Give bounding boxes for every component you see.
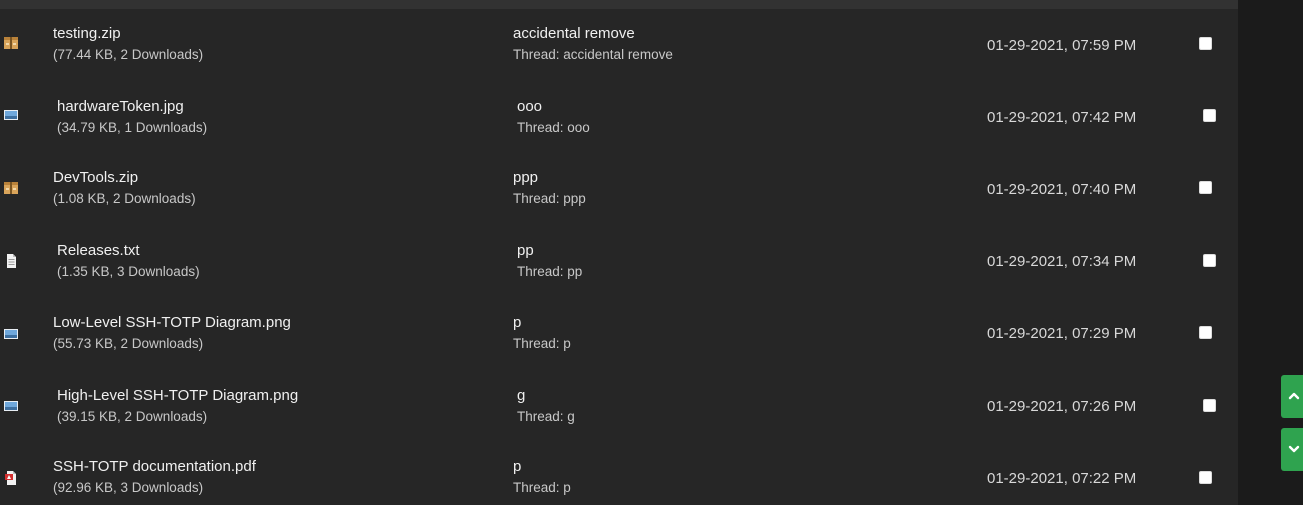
attachment-file-link[interactable]: hardwareToken.jpg [57, 98, 184, 115]
image-file-icon [4, 109, 18, 121]
text-file-icon [4, 254, 18, 268]
zip-archive-icon [4, 182, 18, 194]
attachment-file-info: (34.79 KB, 1 Downloads) [57, 120, 208, 135]
attachment-row: DevTools.zip (1.08 KB, 2 Downloads) ppp … [0, 153, 1238, 225]
attachment-file-link[interactable]: testing.zip [53, 25, 121, 42]
attachment-file-info: (92.96 KB, 3 Downloads) [53, 480, 204, 495]
attachment-date: 01-29-2021, 07:34 PM [987, 253, 1137, 270]
thread-link[interactable]: Thread: ppp [513, 191, 586, 206]
post-subject-link[interactable]: accidental remove [513, 25, 635, 42]
select-attachment-checkbox[interactable] [1199, 37, 1212, 50]
attachment-date: 01-29-2021, 07:29 PM [987, 325, 1137, 342]
attachment-file-link[interactable]: Releases.txt [57, 242, 140, 259]
thread-link[interactable]: Thread: ooo [517, 120, 590, 135]
panel-header-strip [0, 0, 1238, 9]
attachment-date: 01-29-2021, 07:40 PM [987, 181, 1137, 198]
attachment-file-info: (1.08 KB, 2 Downloads) [53, 191, 196, 206]
attachment-date: 01-29-2021, 07:26 PM [987, 398, 1137, 415]
thread-link[interactable]: Thread: accidental remove [513, 47, 673, 62]
select-attachment-checkbox[interactable] [1199, 181, 1212, 194]
attachment-row: testing.zip (77.44 KB, 2 Downloads) acci… [0, 9, 1238, 81]
thread-link[interactable]: Thread: pp [517, 264, 582, 279]
select-attachment-checkbox[interactable] [1203, 399, 1216, 412]
thread-link[interactable]: Thread: g [517, 409, 575, 424]
attachment-file-info: (55.73 KB, 2 Downloads) [53, 336, 204, 351]
zip-archive-icon [4, 37, 18, 49]
post-subject-link[interactable]: g [517, 387, 525, 404]
attachment-file-info: (39.15 KB, 2 Downloads) [57, 409, 208, 424]
attachment-date: 01-29-2021, 07:42 PM [987, 109, 1137, 126]
post-subject-link[interactable]: ppp [513, 169, 538, 186]
select-attachment-checkbox[interactable] [1199, 471, 1212, 484]
thread-link[interactable]: Thread: p [513, 336, 571, 351]
attachment-file-link[interactable]: High-Level SSH-TOTP Diagram.png [57, 387, 298, 404]
attachment-date: 01-29-2021, 07:22 PM [987, 470, 1137, 487]
select-attachment-checkbox[interactable] [1203, 254, 1216, 267]
attachment-row: SSH-TOTP documentation.pdf (92.96 KB, 3 … [0, 442, 1238, 505]
scroll-to-top-button[interactable] [1281, 375, 1303, 418]
attachment-date: 01-29-2021, 07:59 PM [987, 37, 1137, 54]
attachments-panel: testing.zip (77.44 KB, 2 Downloads) acci… [0, 0, 1238, 505]
thread-link[interactable]: Thread: p [513, 480, 571, 495]
image-file-icon [4, 328, 18, 340]
scroll-to-bottom-button[interactable] [1281, 428, 1303, 471]
attachment-row: hardwareToken.jpg (34.79 KB, 1 Downloads… [0, 81, 1238, 153]
pdf-file-icon [4, 471, 18, 485]
attachment-row: High-Level SSH-TOTP Diagram.png (39.15 K… [0, 370, 1238, 442]
attachment-row: Releases.txt (1.35 KB, 3 Downloads) pp T… [0, 225, 1238, 297]
attachment-file-link[interactable]: Low-Level SSH-TOTP Diagram.png [53, 314, 291, 331]
chevron-up-icon [1288, 392, 1300, 400]
attachment-file-info: (77.44 KB, 2 Downloads) [53, 47, 204, 62]
post-subject-link[interactable]: ooo [517, 98, 542, 115]
post-subject-link[interactable]: p [513, 458, 521, 475]
attachment-row: Low-Level SSH-TOTP Diagram.png (55.73 KB… [0, 298, 1238, 370]
attachment-file-link[interactable]: SSH-TOTP documentation.pdf [53, 458, 256, 475]
post-subject-link[interactable]: p [513, 314, 521, 331]
image-file-icon [4, 400, 18, 412]
select-attachment-checkbox[interactable] [1199, 326, 1212, 339]
attachment-file-link[interactable]: DevTools.zip [53, 169, 138, 186]
attachment-file-info: (1.35 KB, 3 Downloads) [57, 264, 200, 279]
post-subject-link[interactable]: pp [517, 242, 534, 259]
chevron-down-icon [1288, 445, 1300, 453]
select-attachment-checkbox[interactable] [1203, 109, 1216, 122]
